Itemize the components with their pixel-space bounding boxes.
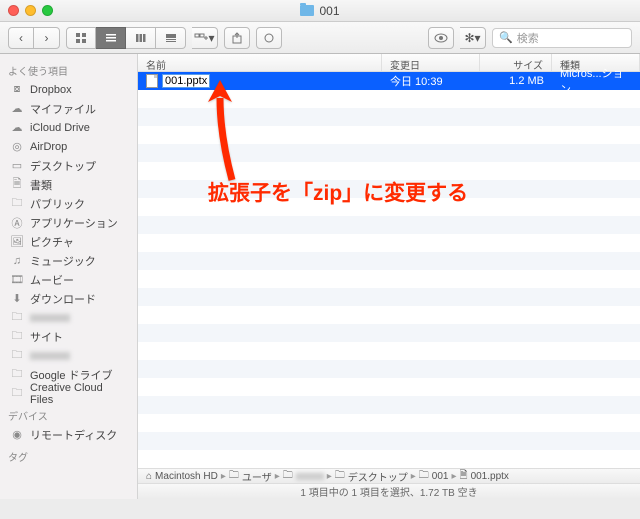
file-size: 1.2 MB	[480, 75, 552, 87]
action-group: ✻▾	[460, 27, 486, 49]
column-view-button[interactable]	[126, 27, 156, 49]
path-item[interactable]: 🗎001.pptx	[460, 468, 509, 483]
icon-view-button[interactable]	[66, 27, 96, 49]
folder-icon: 🗀	[10, 350, 24, 362]
hd-icon: ⌂	[146, 471, 152, 482]
cloud-icon: ☁	[10, 122, 24, 134]
titlebar: 001	[0, 0, 640, 22]
sidebar-heading-tags: タグ	[0, 444, 137, 466]
sidebar: よく使う項目 ⧇Dropbox ☁マイファイル ☁iCloud Drive ◎A…	[0, 54, 138, 499]
file-icon: 🗎	[460, 468, 468, 483]
path-item[interactable]: ⌂Macintosh HD	[146, 471, 218, 482]
path-bar: ⌂Macintosh HD▸ 🗀ユーザ▸ 🗀▸ 🗀デスクトップ▸ 🗀001▸ 🗎…	[138, 468, 640, 483]
sidebar-item-applications[interactable]: Ⓐアプリケーション	[0, 213, 137, 232]
arrange-button[interactable]: ▾	[192, 27, 218, 49]
sidebar-item-desktop[interactable]: ▭デスクトップ	[0, 156, 137, 175]
download-icon: ⬇	[10, 293, 24, 305]
back-button[interactable]: ‹	[8, 27, 34, 49]
file-icon	[146, 74, 158, 88]
folder-icon: 🗀	[283, 468, 293, 483]
folder-icon: 🗀	[10, 388, 24, 400]
sidebar-item-blurred2[interactable]: 🗀	[0, 346, 137, 365]
sidebar-item-dropbox[interactable]: ⧇Dropbox	[0, 80, 137, 99]
movie-icon: 🎞	[10, 274, 24, 286]
col-date[interactable]: 変更日	[382, 54, 480, 71]
sidebar-item-cc[interactable]: 🗀Creative Cloud Files	[0, 384, 137, 403]
toolbar: ‹ › ▾ ✻▾ 🔍 検索	[0, 22, 640, 54]
folder-icon	[300, 5, 314, 16]
sidebar-heading-devices: デバイス	[0, 403, 137, 425]
sidebar-item-music[interactable]: ♫ミュージック	[0, 251, 137, 270]
path-item[interactable]: 🗀001	[419, 468, 449, 483]
folder-icon: 🗀	[10, 369, 24, 381]
share-button[interactable]	[224, 27, 250, 49]
forward-button[interactable]: ›	[34, 27, 60, 49]
sidebar-item-movies[interactable]: 🎞ムービー	[0, 270, 137, 289]
search-placeholder: 検索	[517, 30, 539, 46]
sidebar-heading-favorites: よく使う項目	[0, 58, 137, 80]
annotation-arrow	[202, 80, 252, 190]
sidebar-item-documents[interactable]: 🗎書類	[0, 175, 137, 194]
sidebar-item-remotedisc[interactable]: ◉リモートディスク	[0, 425, 137, 444]
file-date: 今日 10:39	[382, 73, 480, 89]
path-item[interactable]: 🗀	[283, 468, 324, 483]
nav-buttons: ‹ ›	[8, 27, 60, 49]
file-kind: Micros...ション	[552, 65, 640, 97]
action-button[interactable]: ✻▾	[460, 27, 486, 49]
sidebar-item-airdrop[interactable]: ◎AirDrop	[0, 137, 137, 156]
file-rows: 001.pptx 今日 10:39 1.2 MB Micros...ション 拡張…	[138, 72, 640, 468]
folder-icon: 🗀	[10, 331, 24, 343]
folder-icon: 🗀	[419, 468, 429, 483]
sidebar-item-blurred1[interactable]: 🗀	[0, 308, 137, 327]
desktop-icon: ▭	[10, 160, 24, 172]
folder-icon: 🗀	[229, 468, 239, 483]
sidebar-item-icloud[interactable]: ☁iCloud Drive	[0, 118, 137, 137]
window-title-text: 001	[319, 4, 339, 18]
arrange-group: ▾	[192, 27, 218, 49]
sidebar-item-sites[interactable]: 🗀サイト	[0, 327, 137, 346]
col-size[interactable]: サイズ	[480, 54, 552, 71]
airdrop-icon: ◎	[10, 141, 24, 153]
file-list-pane: 名前 変更日 サイズ 種類 001.pptx 今日 10:39 1.2 MB M…	[138, 54, 640, 499]
sidebar-item-myfiles[interactable]: ☁マイファイル	[0, 99, 137, 118]
dropbox-icon: ⧇	[10, 84, 24, 96]
quicklook-button[interactable]	[428, 27, 454, 49]
status-bar: 1 項目中の 1 項目を選択、1.72 TB 空き	[138, 483, 640, 499]
disc-icon: ◉	[10, 429, 24, 441]
view-switcher	[66, 27, 186, 49]
window-title: 001	[0, 4, 640, 18]
path-item[interactable]: 🗀デスクトップ	[335, 468, 408, 483]
search-icon: 🔍	[499, 31, 513, 44]
folder-icon: 🗀	[10, 198, 24, 210]
music-icon: ♫	[10, 255, 24, 267]
col-name[interactable]: 名前	[138, 54, 382, 71]
coverflow-view-button[interactable]	[156, 27, 186, 49]
path-item[interactable]: 🗀ユーザ	[229, 468, 272, 483]
search-field[interactable]: 🔍 検索	[492, 28, 632, 48]
sidebar-item-pictures[interactable]: 🖼ピクチャ	[0, 232, 137, 251]
tags-button[interactable]	[256, 27, 282, 49]
cloud-icon: ☁	[10, 103, 24, 115]
folder-icon: 🗀	[335, 468, 345, 483]
list-view-button[interactable]	[96, 27, 126, 49]
document-icon: 🗎	[10, 179, 24, 191]
app-icon: Ⓐ	[10, 217, 24, 229]
pictures-icon: 🖼	[10, 236, 24, 248]
sidebar-item-downloads[interactable]: ⬇ダウンロード	[0, 289, 137, 308]
folder-icon: 🗀	[10, 312, 24, 324]
sidebar-item-public[interactable]: 🗀パブリック	[0, 194, 137, 213]
